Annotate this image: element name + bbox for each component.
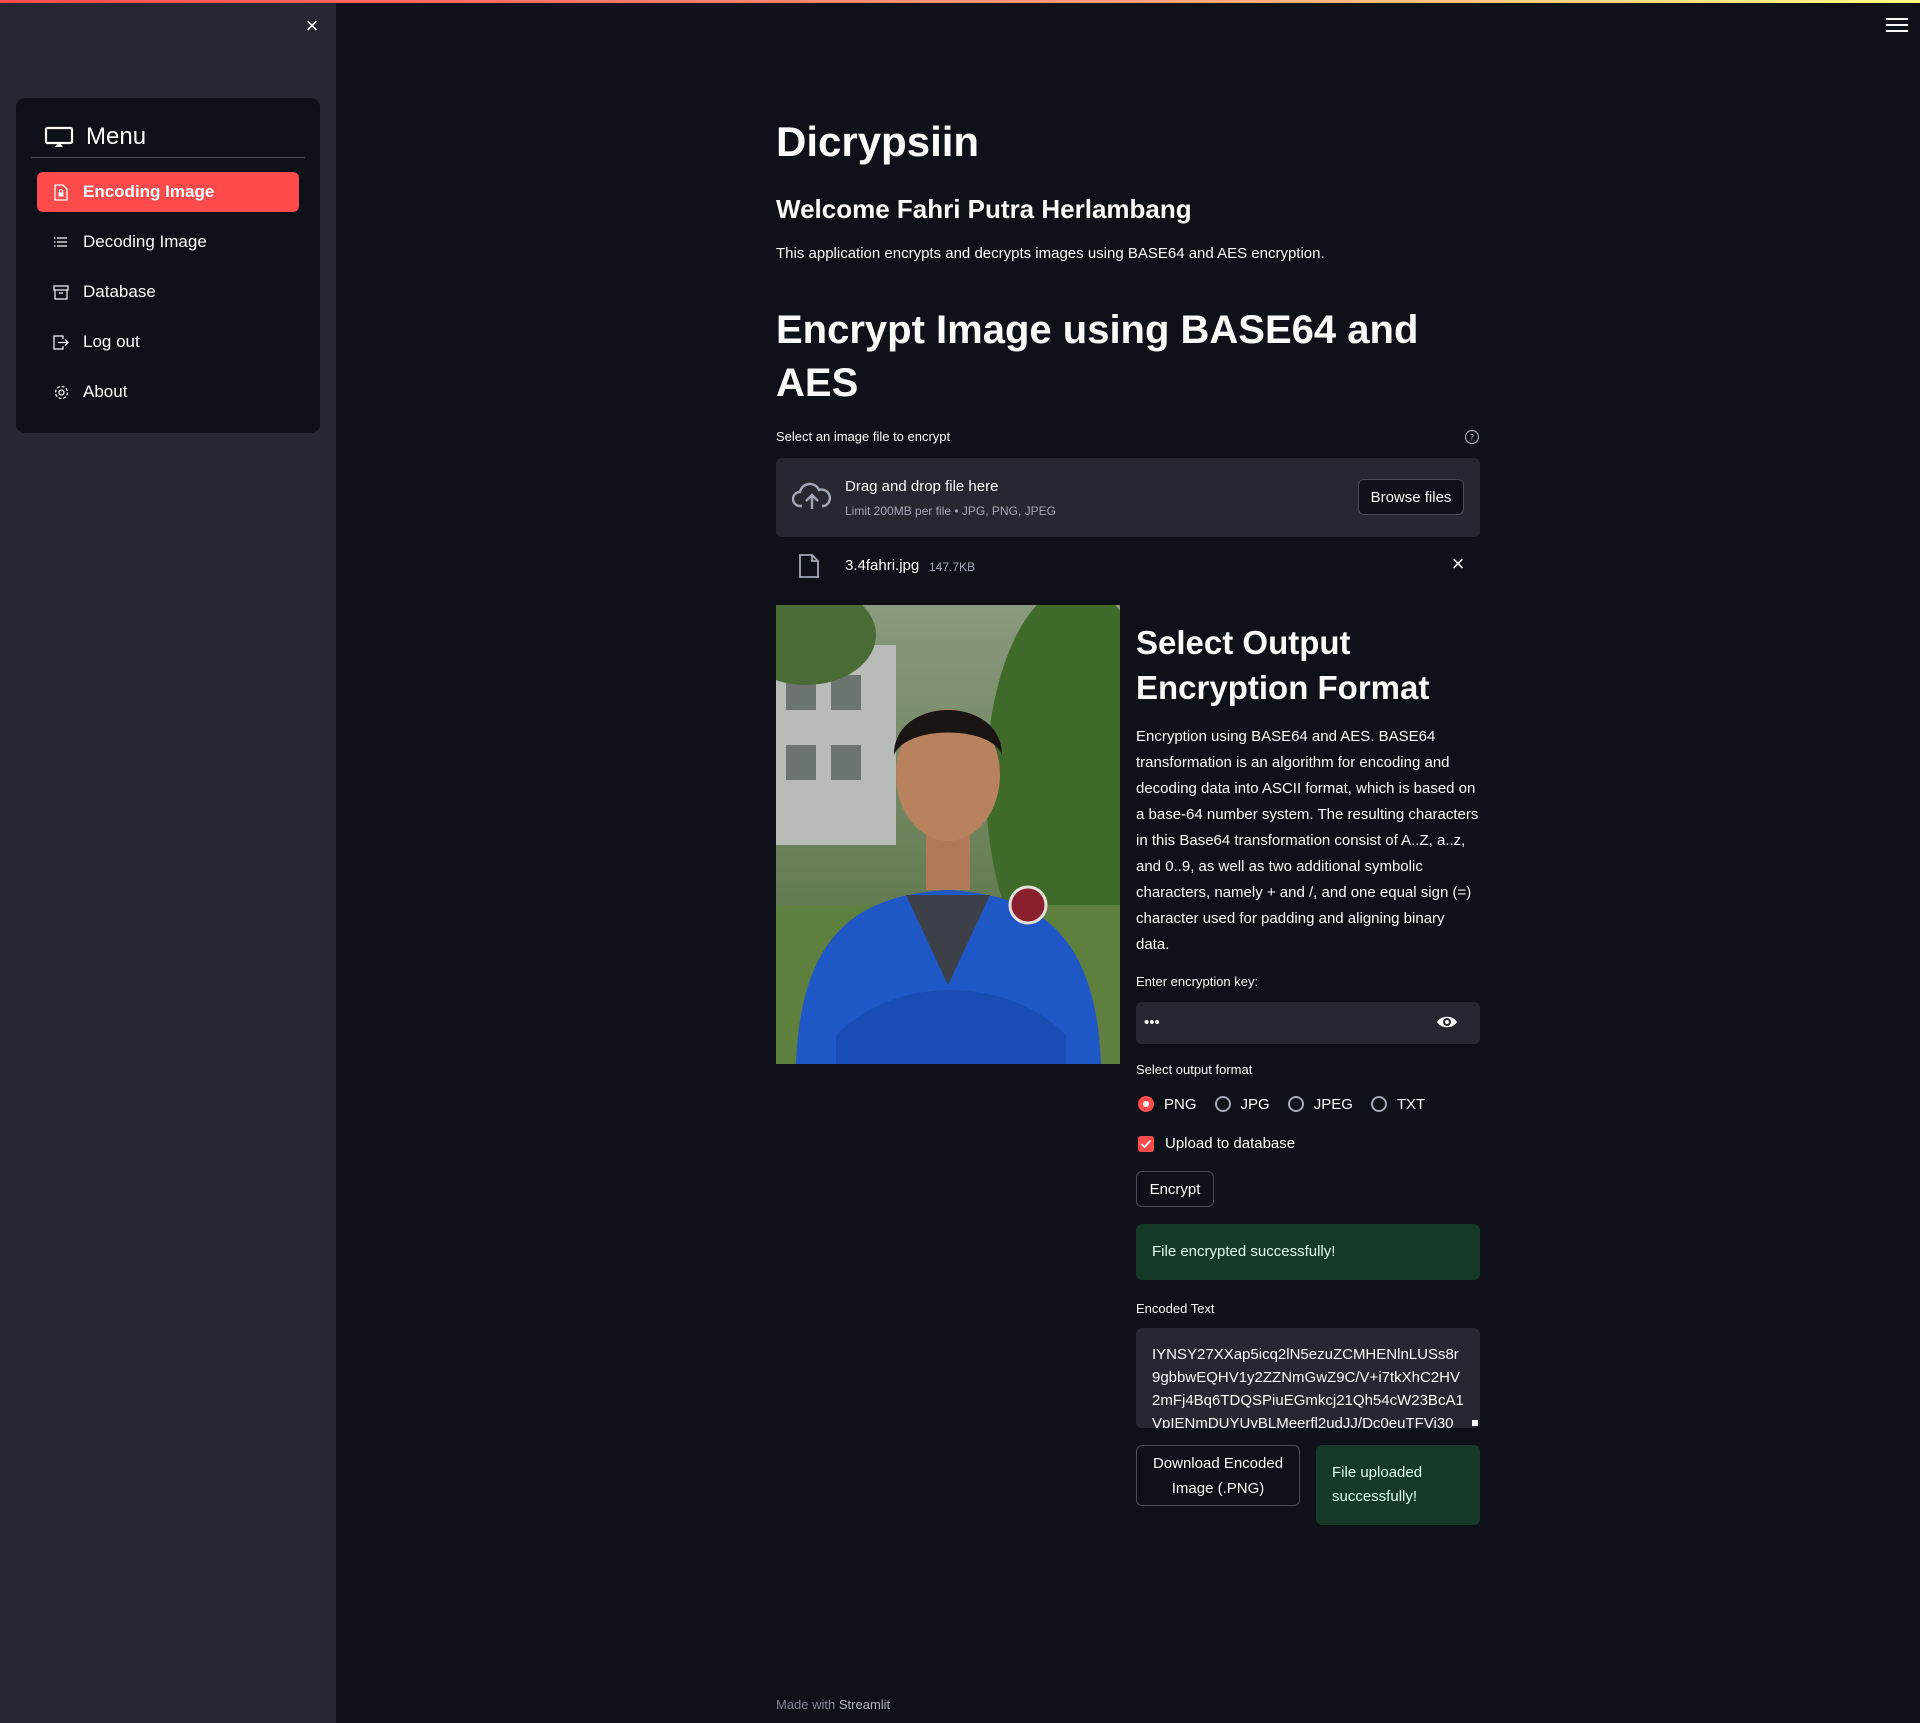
eye-icon[interactable] bbox=[1436, 1014, 1458, 1030]
file-dropzone[interactable]: Drag and drop file here Limit 200MB per … bbox=[776, 458, 1480, 537]
key-value: ••• bbox=[1144, 1014, 1160, 1031]
uploaded-image-preview bbox=[776, 605, 1120, 1064]
encoded-text-value: IYNSY27XXap5icq2lN5ezuZCMHENlnLUSs8r9gbb… bbox=[1152, 1346, 1464, 1428]
output-heading: Select Output Encryption Format bbox=[1136, 624, 1430, 706]
uploaded-file-name: 3.4fahri.jpg bbox=[845, 557, 920, 574]
main-menu-button[interactable] bbox=[1886, 14, 1908, 34]
radio-dot bbox=[1214, 1096, 1231, 1112]
nav-item-label: Log out bbox=[83, 332, 140, 351]
upload-to-database-checkbox[interactable]: Upload to database bbox=[1138, 1135, 1295, 1152]
box-arrow-right-icon bbox=[52, 333, 70, 351]
uploader-label: Select an image file to encrypt bbox=[776, 429, 951, 444]
section-heading: Encrypt Image using BASE64 and AES bbox=[776, 308, 1419, 405]
file-lock-icon bbox=[52, 183, 70, 201]
nav-item-label: Database bbox=[83, 282, 156, 301]
app-description: This application encrypts and decrypts i… bbox=[776, 245, 1325, 262]
radio-dot bbox=[1287, 1096, 1304, 1112]
resize-handle[interactable] bbox=[1472, 1420, 1478, 1426]
remove-file-button[interactable]: × bbox=[1446, 552, 1470, 576]
encoded-text-label: Encoded Text bbox=[1136, 1301, 1215, 1316]
radio-dot bbox=[1370, 1096, 1387, 1112]
check-icon bbox=[1138, 1135, 1154, 1152]
key-label: Enter encryption key: bbox=[1136, 974, 1259, 989]
footer-prefix: Made with bbox=[776, 1697, 839, 1712]
top-decoration-bar bbox=[0, 0, 1920, 3]
gear-icon bbox=[52, 383, 70, 401]
download-encoded-button[interactable]: Download Encoded Image (.PNG) bbox=[1136, 1445, 1300, 1506]
radio-label: JPEG bbox=[1313, 1095, 1353, 1113]
menu-header: Menu bbox=[31, 116, 305, 158]
encoded-text-area[interactable]: IYNSY27XXap5icq2lN5ezuZCMHENlnLUSs8r9gbb… bbox=[1136, 1328, 1480, 1428]
nav-item-encoding-image[interactable]: Encoding Image bbox=[37, 172, 299, 212]
dropzone-limit: Limit 200MB per file • JPG, PNG, JPEG bbox=[845, 504, 1056, 518]
radio-txt[interactable]: TXT bbox=[1370, 1095, 1426, 1113]
sidebar-close-button[interactable]: × bbox=[300, 14, 324, 38]
nav-item-label: Encoding Image bbox=[83, 182, 215, 201]
nav-item-database[interactable]: Database bbox=[37, 272, 299, 312]
radio-jpg[interactable]: JPG bbox=[1214, 1095, 1270, 1113]
cloud-upload-icon bbox=[792, 482, 832, 509]
page-title: Dicrypsiin bbox=[776, 118, 980, 165]
nav-item-about[interactable]: About bbox=[37, 372, 299, 412]
option-menu: Menu Encoding Image Decoding Image Datab… bbox=[16, 98, 320, 433]
encrypt-success-alert: File encrypted successfully! bbox=[1136, 1224, 1480, 1280]
nav-item-decoding-image[interactable]: Decoding Image bbox=[37, 222, 299, 262]
nav-item-log-out[interactable]: Log out bbox=[37, 322, 299, 362]
menu-title: Menu bbox=[86, 122, 147, 150]
encrypt-button[interactable]: Encrypt bbox=[1136, 1171, 1214, 1207]
radio-label: JPG bbox=[1240, 1095, 1270, 1113]
encryption-key-input[interactable]: ••• bbox=[1136, 1002, 1480, 1044]
radio-png[interactable]: PNG bbox=[1138, 1096, 1197, 1113]
radio-label: TXT bbox=[1396, 1095, 1426, 1113]
browse-files-button[interactable]: Browse files bbox=[1358, 479, 1464, 515]
archive-icon bbox=[52, 283, 70, 301]
welcome-heading: Welcome Fahri Putra Herlambang bbox=[776, 194, 1192, 224]
format-label: Select output format bbox=[1136, 1062, 1253, 1077]
footer: Made with Streamlit bbox=[776, 1697, 890, 1712]
nav-item-label: About bbox=[83, 382, 128, 401]
help-icon[interactable]: ? bbox=[1464, 429, 1480, 445]
uploaded-file-size: 147.7KB bbox=[929, 560, 976, 574]
nav-item-label: Decoding Image bbox=[83, 232, 207, 251]
sidebar: × Menu Encoding Image Decoding Image Dat… bbox=[0, 0, 336, 1723]
radio-jpeg[interactable]: JPEG bbox=[1287, 1095, 1353, 1113]
display-icon bbox=[44, 126, 74, 147]
output-description: Encryption using BASE64 and AES. BASE64 … bbox=[1136, 728, 1479, 953]
svg-text:?: ? bbox=[1470, 434, 1475, 444]
list-icon bbox=[52, 233, 70, 251]
checkbox-label: Upload to database bbox=[1165, 1135, 1296, 1152]
format-radio-group: PNG JPG JPEG TXT bbox=[1138, 1094, 1443, 1114]
radio-label: PNG bbox=[1164, 1095, 1197, 1113]
streamlit-link[interactable]: Streamlit bbox=[839, 1697, 890, 1712]
dropzone-title: Drag and drop file here bbox=[845, 478, 999, 495]
upload-success-alert: File uploaded successfully! bbox=[1316, 1445, 1480, 1525]
radio-dot bbox=[1138, 1096, 1154, 1112]
file-icon bbox=[799, 554, 819, 578]
